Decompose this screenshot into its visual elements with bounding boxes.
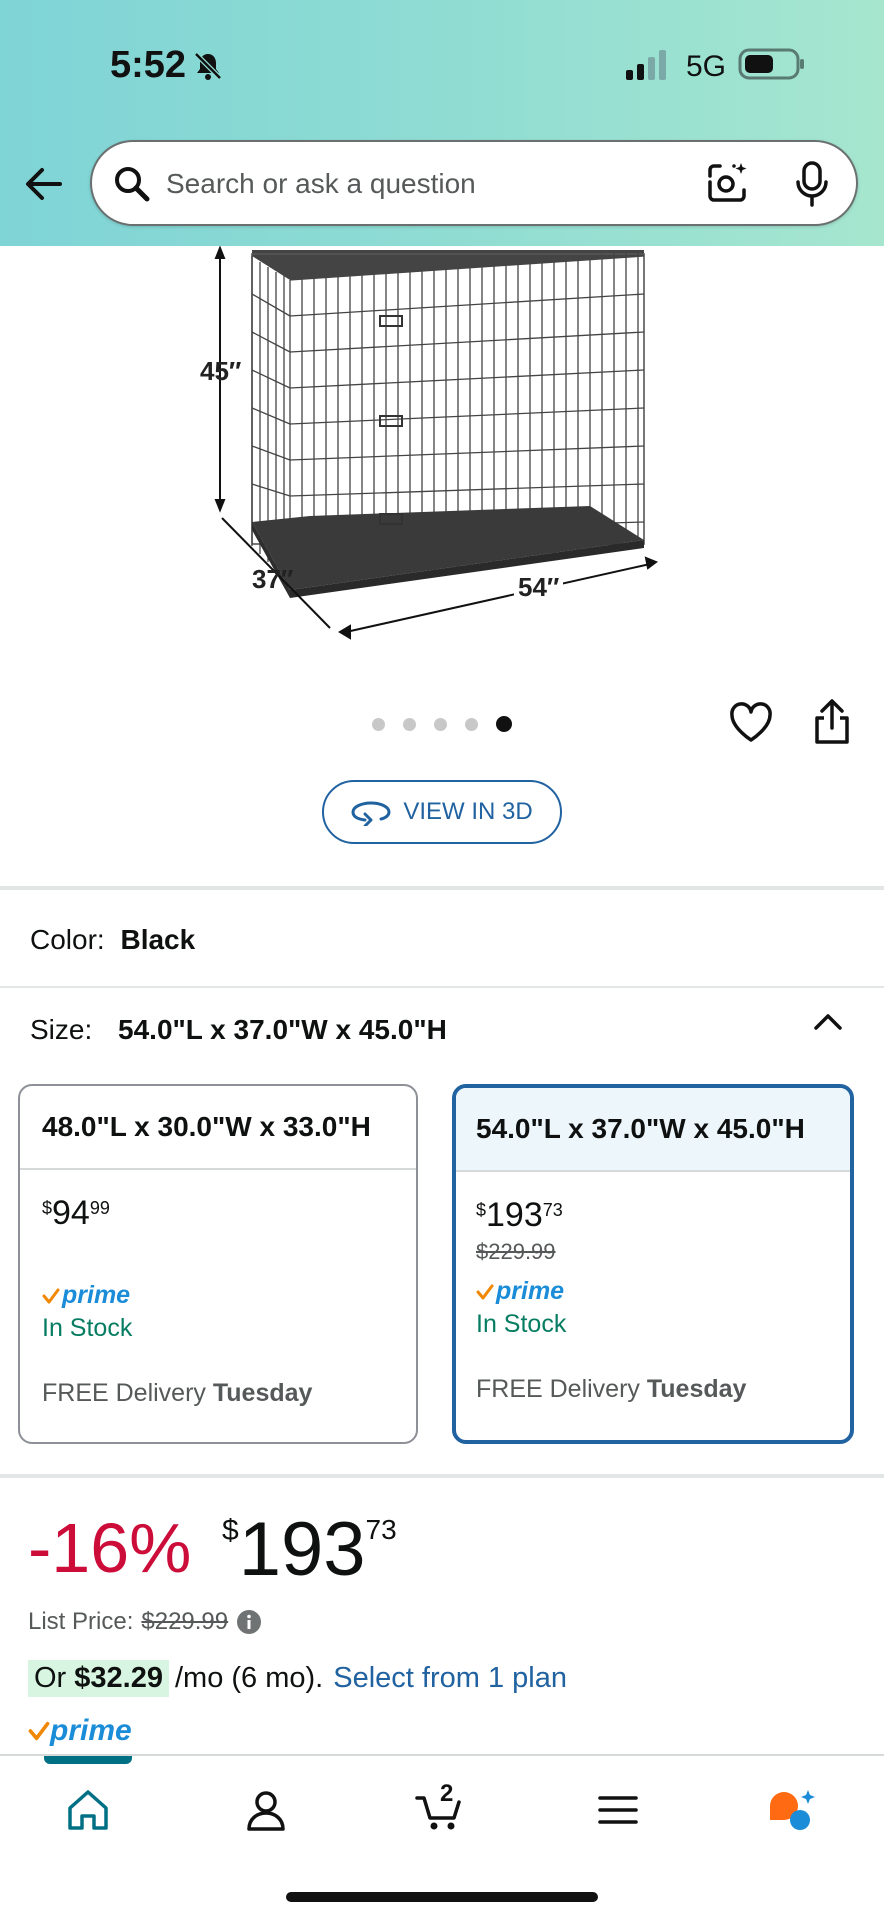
app-header: 5:52 5G Search or ask a question (0, 0, 884, 246)
status-time: 5:52 (110, 44, 187, 86)
search-input[interactable]: Search or ask a question (90, 140, 858, 226)
share-icon[interactable] (812, 698, 852, 746)
delivery-info: FREE Delivery Tuesday (42, 1379, 313, 1407)
rufus-assistant-icon[interactable] (766, 1784, 818, 1836)
carousel-dot[interactable] (372, 718, 385, 731)
monthly-suffix: /mo (6 mo). (174, 1662, 324, 1694)
prime-check-icon (28, 1721, 50, 1741)
size-value: 54.0"L x 37.0"W x 45.0"H (118, 1014, 447, 1045)
view-in-3d-label: VIEW IN 3D (403, 798, 533, 825)
size-option-card[interactable]: 48.0"L x 30.0"W x 33.0"H $9499 prime In … (18, 1084, 418, 1444)
back-arrow-icon[interactable] (22, 162, 66, 206)
product-image[interactable]: 45″ 37″ 54″ (190, 245, 690, 646)
carousel-dot[interactable] (403, 718, 416, 731)
color-label: Color: (30, 924, 105, 955)
size-option-list-price: $229.99 (476, 1239, 556, 1264)
prime-check-icon (476, 1284, 494, 1299)
stock-status: In Stock (42, 1314, 133, 1342)
menu-icon[interactable] (592, 1784, 644, 1836)
prime-badge: prime (28, 1714, 132, 1748)
section-divider (0, 1474, 884, 1478)
microphone-icon[interactable] (794, 160, 830, 208)
size-option-price: $19373 (476, 1196, 563, 1234)
prime-badge: prime (476, 1277, 828, 1306)
home-icon[interactable] (62, 1784, 114, 1836)
stock-status: In Stock (476, 1310, 567, 1338)
bell-muted-icon (194, 52, 222, 80)
monthly-highlight: Or $32.29 (28, 1660, 169, 1697)
depth-dimension-label: 37″ (252, 564, 294, 594)
view-in-3d-button[interactable]: VIEW IN 3D (322, 780, 562, 844)
discount-percentage: -16% (28, 1509, 192, 1587)
chevron-up-icon[interactable] (812, 1010, 844, 1034)
network-label: 5G (686, 50, 727, 83)
height-dimension-label: 45″ (200, 356, 242, 386)
size-label: Size: (30, 1014, 93, 1045)
camera-lens-icon[interactable] (704, 160, 750, 206)
list-price: List Price: $229.99 (28, 1608, 262, 1636)
section-divider (0, 986, 884, 988)
size-option-card-selected[interactable]: 54.0"L x 37.0"W x 45.0"H $19373 $229.99 … (452, 1084, 854, 1444)
cart-count-badge: 2 (440, 1780, 454, 1807)
size-selector-header[interactable]: Size: 54.0"L x 37.0"W x 45.0"H (30, 1014, 447, 1046)
size-option-price: $9499 (42, 1194, 110, 1232)
search-icon (115, 167, 150, 202)
size-option-list-price (42, 1237, 394, 1263)
prime-check-icon (42, 1288, 60, 1303)
home-indicator (286, 1892, 598, 1902)
carousel-dot[interactable] (434, 718, 447, 731)
size-option-title: 54.0"L x 37.0"W x 45.0"H (456, 1088, 850, 1172)
current-price: $19373 (222, 1507, 397, 1592)
rotate-3d-icon (351, 801, 391, 826)
delivery-info: FREE Delivery Tuesday (476, 1375, 747, 1403)
battery-icon (738, 48, 804, 80)
select-plan-link[interactable]: Select from 1 plan (333, 1662, 567, 1695)
section-divider (0, 886, 884, 890)
monthly-payment: Or $32.29 /mo (6 mo). Select from 1 plan (28, 1660, 567, 1697)
width-dimension-label: 54″ (514, 572, 564, 603)
search-placeholder: Search or ask a question (166, 168, 476, 199)
heart-icon[interactable] (728, 700, 774, 744)
info-icon[interactable] (236, 1609, 262, 1635)
signal-icon (626, 50, 666, 80)
color-selector[interactable]: Color: Black (30, 924, 195, 956)
size-option-title: 48.0"L x 30.0"W x 33.0"H (20, 1086, 416, 1170)
color-value: Black (120, 924, 196, 955)
active-tab-indicator (44, 1756, 132, 1764)
carousel-dot-active[interactable] (496, 716, 512, 732)
account-icon[interactable] (240, 1784, 292, 1836)
carousel-dot[interactable] (465, 718, 478, 731)
image-carousel-dots[interactable] (370, 712, 520, 736)
prime-badge: prime (42, 1281, 394, 1310)
